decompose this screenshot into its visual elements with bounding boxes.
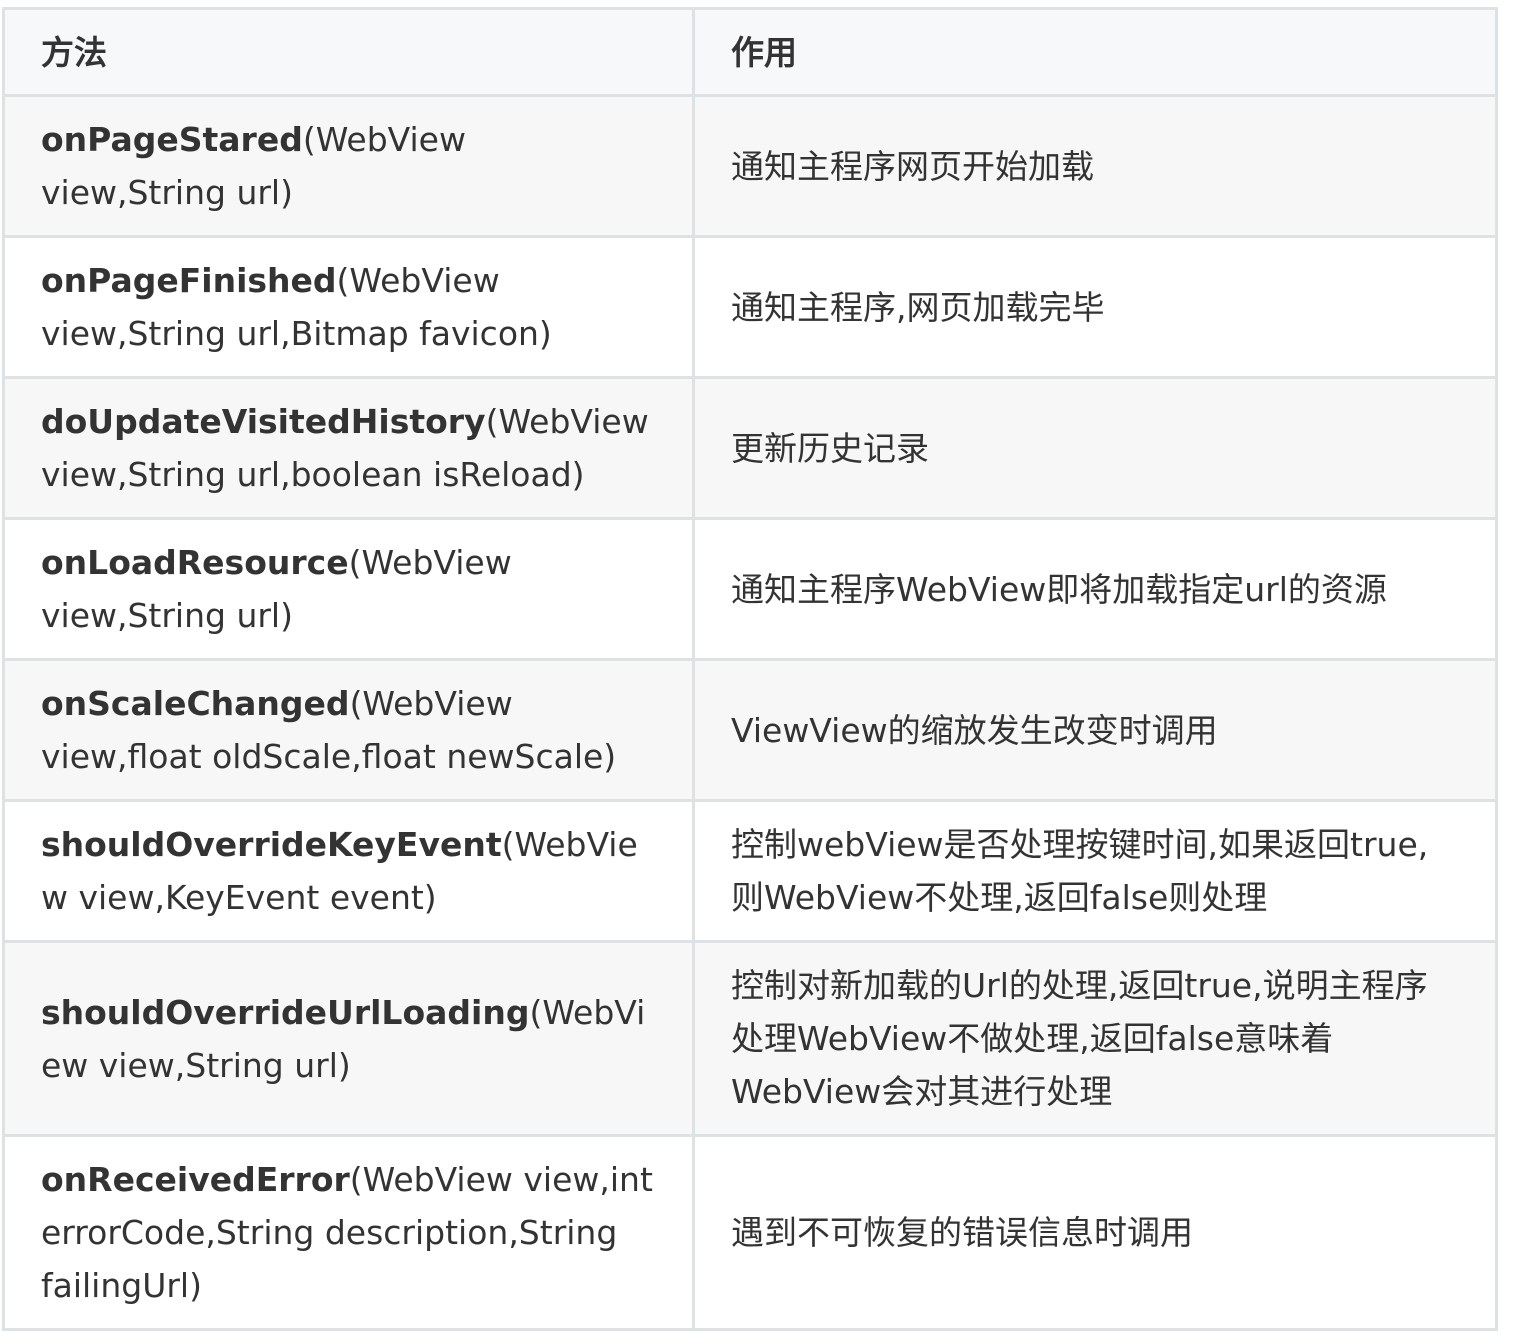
- description-cell: 通知主程序网页开始加载: [692, 94, 1498, 238]
- method-name: shouldOverrideKeyEvent: [41, 825, 502, 864]
- table-row: doUpdateVisitedHistory(WebView view,Stri…: [2, 376, 1498, 520]
- method-name: onPageFinished: [41, 261, 337, 300]
- method-name: onPageStared: [41, 120, 303, 159]
- header-method: 方法: [2, 7, 695, 97]
- method-cell: onReceivedError(WebView view,int errorCo…: [2, 1134, 695, 1331]
- description-cell: 控制webView是否处理按键时间,如果返回true,则WebView不处理,返…: [692, 799, 1498, 943]
- header-row: 方法 作用: [2, 7, 1498, 97]
- method-cell: shouldOverrideKeyEvent(WebView view,KeyE…: [2, 799, 695, 943]
- method-name: doUpdateVisitedHistory: [41, 402, 486, 441]
- method-cell: onPageStared(WebView view,String url): [2, 94, 695, 238]
- method-cell: shouldOverrideUrlLoading(WebView view,St…: [2, 940, 695, 1137]
- methods-table: 方法 作用 onPageStared(WebView view,String u…: [2, 7, 1498, 1331]
- table-row: onPageStared(WebView view,String url) 通知…: [2, 94, 1498, 238]
- table-header: 方法 作用: [2, 7, 1498, 97]
- table-row: onLoadResource(WebView view,String url) …: [2, 517, 1498, 661]
- method-cell: doUpdateVisitedHistory(WebView view,Stri…: [2, 376, 695, 520]
- description-cell: 通知主程序WebView即将加载指定url的资源: [692, 517, 1498, 661]
- method-name: onReceivedError: [41, 1160, 350, 1199]
- description-cell: 通知主程序,网页加载完毕: [692, 235, 1498, 379]
- description-cell: 更新历史记录: [692, 376, 1498, 520]
- description-cell: 遇到不可恢复的错误信息时调用: [692, 1134, 1498, 1331]
- description-cell: 控制对新加载的Url的处理,返回true,说明主程序处理WebView不做处理,…: [692, 940, 1498, 1137]
- method-name: shouldOverrideUrlLoading: [41, 992, 530, 1032]
- table-body: onPageStared(WebView view,String url) 通知…: [2, 94, 1498, 1331]
- table-row: onPageFinished(WebView view,String url,B…: [2, 235, 1498, 379]
- method-cell: onScaleChanged(WebView view,float oldSca…: [2, 658, 695, 802]
- table-row: onReceivedError(WebView view,int errorCo…: [2, 1134, 1498, 1331]
- description-cell: ViewView的缩放发生改变时调用: [692, 658, 1498, 802]
- header-purpose: 作用: [692, 7, 1498, 97]
- table-row: shouldOverrideKeyEvent(WebView view,KeyE…: [2, 799, 1498, 943]
- table-row: shouldOverrideUrlLoading(WebView view,St…: [2, 940, 1498, 1137]
- method-cell: onLoadResource(WebView view,String url): [2, 517, 695, 661]
- method-name: onLoadResource: [41, 543, 349, 582]
- method-name: onScaleChanged: [41, 684, 350, 723]
- method-cell: onPageFinished(WebView view,String url,B…: [2, 235, 695, 379]
- table-row: onScaleChanged(WebView view,float oldSca…: [2, 658, 1498, 802]
